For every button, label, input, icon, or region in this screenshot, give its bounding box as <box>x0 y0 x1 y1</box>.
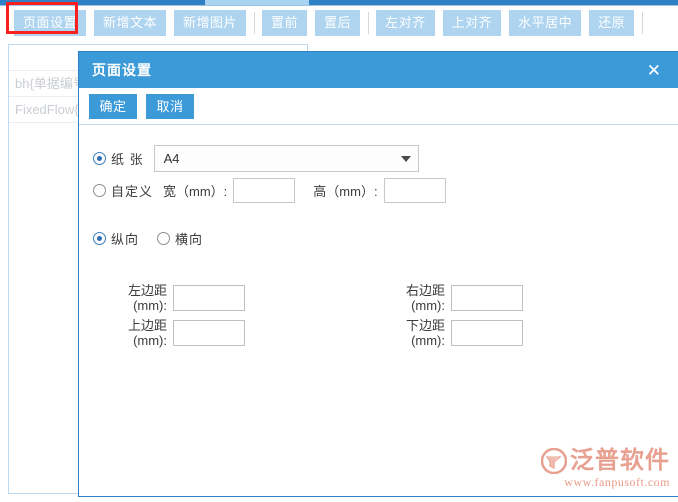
toolbar-button-send-back[interactable]: 置后 <box>315 10 360 36</box>
width-label: 宽（mm）: <box>163 181 227 200</box>
toolbar-button-page-setup[interactable]: 页面设置 <box>14 10 86 36</box>
confirm-button[interactable]: 确定 <box>89 94 137 119</box>
margin-bottom-label: 下边距(mm): <box>371 318 451 348</box>
bottom-strip <box>0 497 678 502</box>
dialog-titlebar: 页面设置 ✕ <box>79 52 678 88</box>
margin-right-label: 右边距(mm): <box>371 283 451 313</box>
watermark-url: www.fanpusoft.com <box>541 475 670 490</box>
margin-left-label: 左边距(mm): <box>93 283 173 313</box>
watermark-brand: 泛普软件 <box>570 448 670 474</box>
radio-paper-standard-label: 纸 张 <box>111 149 144 168</box>
toolbar-separator <box>254 12 255 34</box>
margin-left-input-cell <box>173 285 251 311</box>
watermark: 泛普软件 www.fanpusoft.com <box>541 448 670 490</box>
height-input[interactable] <box>384 178 446 203</box>
chevron-down-icon <box>401 156 411 162</box>
toolbar-separator <box>642 12 643 34</box>
radio-paper-custom-label: 自定义 <box>111 181 153 200</box>
radio-paper-custom[interactable] <box>93 184 106 197</box>
toolbar-separator <box>368 12 369 34</box>
main-toolbar: 页面设置 新增文本 新增图片 置前 置后 左对齐 上对齐 水平居中 还原 <box>0 6 678 40</box>
brand-logo-icon <box>541 448 567 474</box>
orientation-row: 纵向 横向 <box>79 229 678 248</box>
margins-grid: 左边距(mm): 右边距(mm): 上边距(mm): 下边距(mm): <box>79 282 678 348</box>
toolbar-button-reset[interactable]: 还原 <box>589 10 634 36</box>
radio-orientation-portrait[interactable] <box>93 232 106 245</box>
toolbar-button-align-left[interactable]: 左对齐 <box>376 10 435 36</box>
custom-size-row: 自定义 宽（mm）: 高（mm）: <box>79 178 678 203</box>
margin-top-label: 上边距(mm): <box>93 318 173 348</box>
toolbar-button-center-horizontal[interactable]: 水平居中 <box>509 10 581 36</box>
margin-bottom-input-cell <box>451 320 529 346</box>
toolbar-button-add-text[interactable]: 新增文本 <box>94 10 166 36</box>
toolbar-button-align-top[interactable]: 上对齐 <box>443 10 502 36</box>
margin-left-input[interactable] <box>173 285 245 311</box>
dialog-title: 页面设置 <box>92 60 152 80</box>
toolbar-button-bring-front[interactable]: 置前 <box>262 10 307 36</box>
paper-size-row: 纸 张 A4 <box>79 145 678 172</box>
margin-right-input[interactable] <box>451 285 523 311</box>
radio-orientation-landscape[interactable] <box>157 232 170 245</box>
margin-top-input-cell <box>173 320 251 346</box>
radio-paper-standard[interactable] <box>93 152 106 165</box>
watermark-row: 泛普软件 <box>541 448 670 474</box>
margin-bottom-input[interactable] <box>451 320 523 346</box>
height-label: 高（mm）: <box>313 181 377 200</box>
page-setup-dialog: 页面设置 ✕ 确定 取消 纸 张 A4 自定义 宽（mm）: <box>78 51 678 497</box>
paper-size-value: A4 <box>164 151 180 166</box>
paper-size-select[interactable]: A4 <box>154 145 419 172</box>
cancel-button[interactable]: 取消 <box>146 94 194 119</box>
radio-orientation-landscape-label: 横向 <box>175 229 203 248</box>
toolbar-button-add-image[interactable]: 新增图片 <box>174 10 246 36</box>
radio-orientation-portrait-label: 纵向 <box>111 229 139 248</box>
margin-right-input-cell <box>451 285 529 311</box>
app-screen: 页面设置 新增文本 新增图片 置前 置后 左对齐 上对齐 水平居中 还原 不打 … <box>0 0 678 502</box>
dialog-body: 纸 张 A4 自定义 宽（mm）: 高（mm）: 纵向 横向 <box>79 125 678 496</box>
margin-top-input[interactable] <box>173 320 245 346</box>
close-icon[interactable]: ✕ <box>644 60 664 81</box>
dialog-action-toolbar: 确定 取消 <box>79 88 678 125</box>
width-input[interactable] <box>233 178 295 203</box>
